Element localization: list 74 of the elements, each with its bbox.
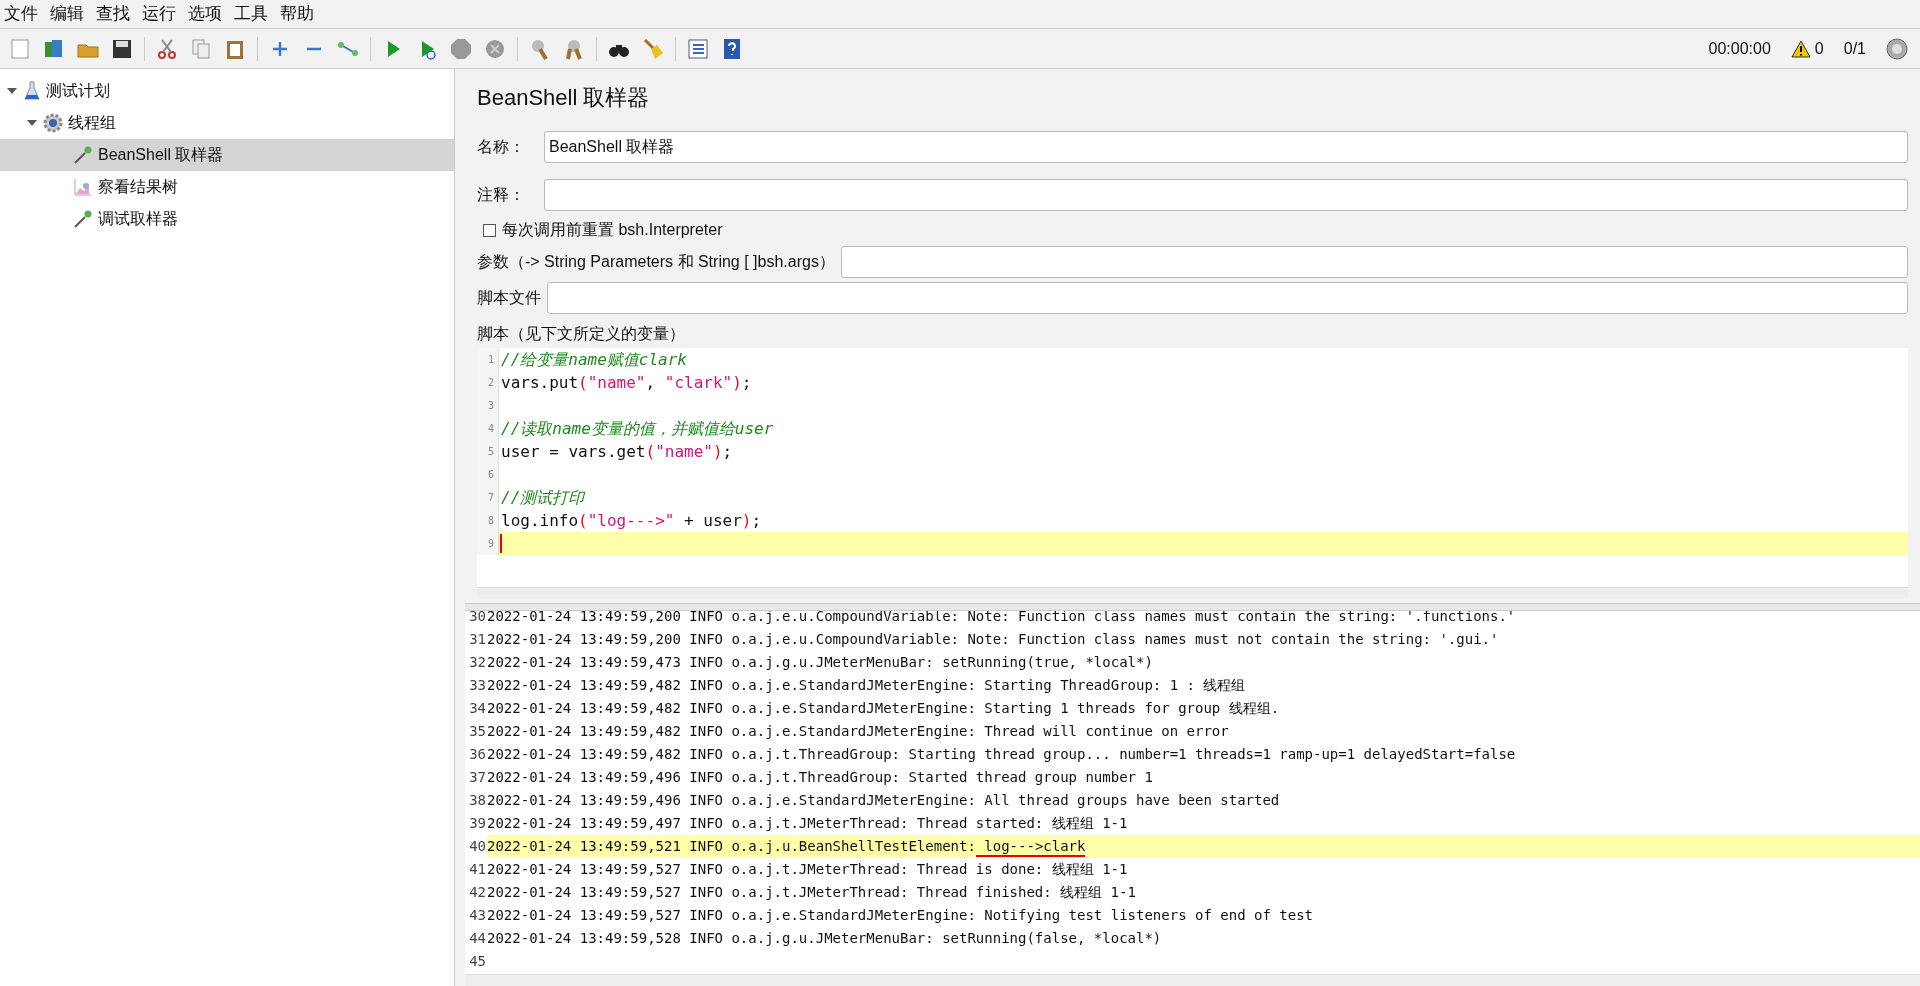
dropper-icon (73, 209, 93, 229)
tree-item[interactable]: 测试计划 (0, 75, 454, 107)
warning-count: 0 (1814, 38, 1824, 59)
parameters-field[interactable] (840, 246, 1908, 278)
menu-item[interactable]: 工具 (234, 1, 268, 27)
code-comment: //读取name变量的值，并赋值给user (500, 417, 774, 440)
code-line: vars.put("name", "clark"); (500, 371, 752, 394)
script-file-label: 脚本文件 (477, 288, 541, 308)
script-label: 脚本（见下文所定义的变量） (477, 324, 686, 344)
flask-icon (23, 81, 41, 101)
horizontal-scrollbar[interactable] (477, 587, 1908, 599)
log-text: 2022-01-24 13:49:59,482 INFO o.a.j.e.StandardJMeterEngine: Starting 1 threads for group 线程组. (487, 699, 1280, 718)
comment-field[interactable] (544, 179, 1908, 211)
expanded-caret-icon[interactable] (7, 88, 17, 94)
expanded-caret-icon[interactable] (27, 120, 37, 126)
menu-item[interactable]: 运行 (142, 1, 176, 27)
menu-item[interactable]: 文件 (4, 1, 38, 27)
stop-icon[interactable] (449, 36, 473, 61)
text-cursor (500, 534, 502, 553)
code-comment: //给变量name赋值clark (500, 348, 687, 371)
menu-item[interactable]: 选项 (188, 1, 222, 27)
line-number: 1 (477, 348, 499, 371)
menu-item[interactable]: 编辑 (50, 1, 84, 27)
log-text: 2022-01-24 13:49:59,482 INFO o.a.j.t.ThreadGroup: Starting thread group... number=1 threads=1 ramp-up=1 delayedStart=false (487, 745, 1516, 764)
warning-icon[interactable] (1790, 39, 1811, 58)
broom-icon[interactable] (641, 36, 665, 61)
function-list-icon[interactable] (686, 36, 710, 61)
line-number: 7 (477, 486, 499, 509)
comment-label: 注释： (477, 185, 526, 205)
line-number: 8 (477, 509, 499, 532)
thread-count: 0/1 (1843, 38, 1866, 59)
log-text: 2022-01-24 13:49:59,496 INFO o.a.j.e.StandardJMeterEngine: All thread groups have been started (487, 791, 1280, 810)
underlined-log-text: log--->clark (975, 836, 1086, 857)
checkbox[interactable] (483, 223, 496, 237)
name-label: 名称： (477, 137, 526, 157)
log-text: 2022-01-24 13:49:59,527 INFO o.a.j.e.StandardJMeterEngine: Notifying test listeners of end of test (487, 906, 1313, 925)
name-field[interactable]: BeanShell 取样器 (544, 131, 1908, 163)
tree-item[interactable]: BeanShell 取样器 (0, 139, 454, 171)
menu-item[interactable]: 查找 (96, 1, 130, 27)
log-text: 2022-01-24 13:49:59,482 INFO o.a.j.e.StandardJMeterEngine: Thread will continue on error (487, 722, 1229, 741)
log-text: 2022-01-24 13:49:59,527 INFO o.a.j.t.JMeterThread: Thread finished: 线程组 1-1 (487, 883, 1136, 902)
log-text: 2022-01-24 13:49:59,473 INFO o.a.j.g.u.JMeterMenuBar: setRunning(true, *local*) (487, 653, 1153, 672)
line-number: 9 (477, 532, 499, 555)
parameters-label: 参数（-> String Parameters 和 String [ ]bsh.args） (477, 252, 835, 272)
log-text: 2022-01-24 13:49:59,200 INFO o.a.j.e.u.CompoundVariable: Note: Function class names must not contain the string: '.gui.' (487, 630, 1499, 649)
horizontal-scrollbar[interactable] (465, 974, 1920, 986)
menu-item[interactable]: 帮助 (280, 1, 314, 27)
dropper-icon (73, 145, 93, 165)
tree-item[interactable]: 察看结果树 (0, 171, 454, 203)
chart-icon (73, 177, 93, 197)
code-line: user = vars.get("name"); (500, 440, 733, 463)
log-text: 2022-01-24 13:49:59,482 INFO o.a.j.e.StandardJMeterEngine: Starting ThreadGroup: 1 : 线程组 (487, 676, 1246, 695)
log-text: 2022-01-24 13:49:59,497 INFO o.a.j.t.JMeterThread: Thread started: 线程组 1-1 (487, 814, 1128, 833)
script-file-field[interactable] (547, 282, 1908, 314)
line-number: 5 (477, 440, 499, 463)
panel-title: BeanShell 取样器 (477, 84, 651, 112)
log-text: 2022-01-24 13:49:59,496 INFO o.a.j.t.ThreadGroup: Started thread group number 1 (487, 768, 1153, 787)
gear-icon (43, 113, 63, 133)
log-text: 2022-01-24 13:49:59,527 INFO o.a.j.t.JMeterThread: Thread is done: 线程组 1-1 (487, 860, 1128, 879)
log-text: 2022-01-24 13:49:59,200 INFO o.a.j.e.u.CompoundVariable: Note: Function class names must contain the string: '.functions.' (487, 611, 1516, 626)
line-number: 3 (477, 394, 499, 417)
tree-item[interactable]: 线程组 (0, 107, 454, 139)
line-number: 4 (477, 417, 499, 440)
log-text: 2022-01-24 13:49:59,528 INFO o.a.j.g.u.JMeterMenuBar: setRunning(false, *local*) (487, 929, 1162, 948)
tree-item[interactable]: 调试取样器 (0, 203, 454, 235)
line-number: 40 (465, 835, 487, 858)
code-line: log.info("log--->" + user); (500, 509, 762, 532)
elapsed-time: 00:00:00 (1708, 38, 1771, 59)
code-editor[interactable]: 1 //给变量name赋值clark 2 vars.put("name", "clark"); 3 4 //读取name变量的值，并赋值给user 5 user = vars.get("name"); 6 7 //测试打印 8 log.info("log--->" + user); 9 (477, 348, 1908, 599)
line-number: 6 (477, 463, 499, 486)
code-comment: //测试打印 (500, 486, 585, 509)
checkbox-label: 每次调用前重置 bsh.Interpreter (502, 220, 723, 240)
log-text: 2022-01-24 13:49:59,521 INFO o.a.j.u.BeanShellTestElement: (487, 837, 976, 856)
line-number: 2 (477, 371, 499, 394)
